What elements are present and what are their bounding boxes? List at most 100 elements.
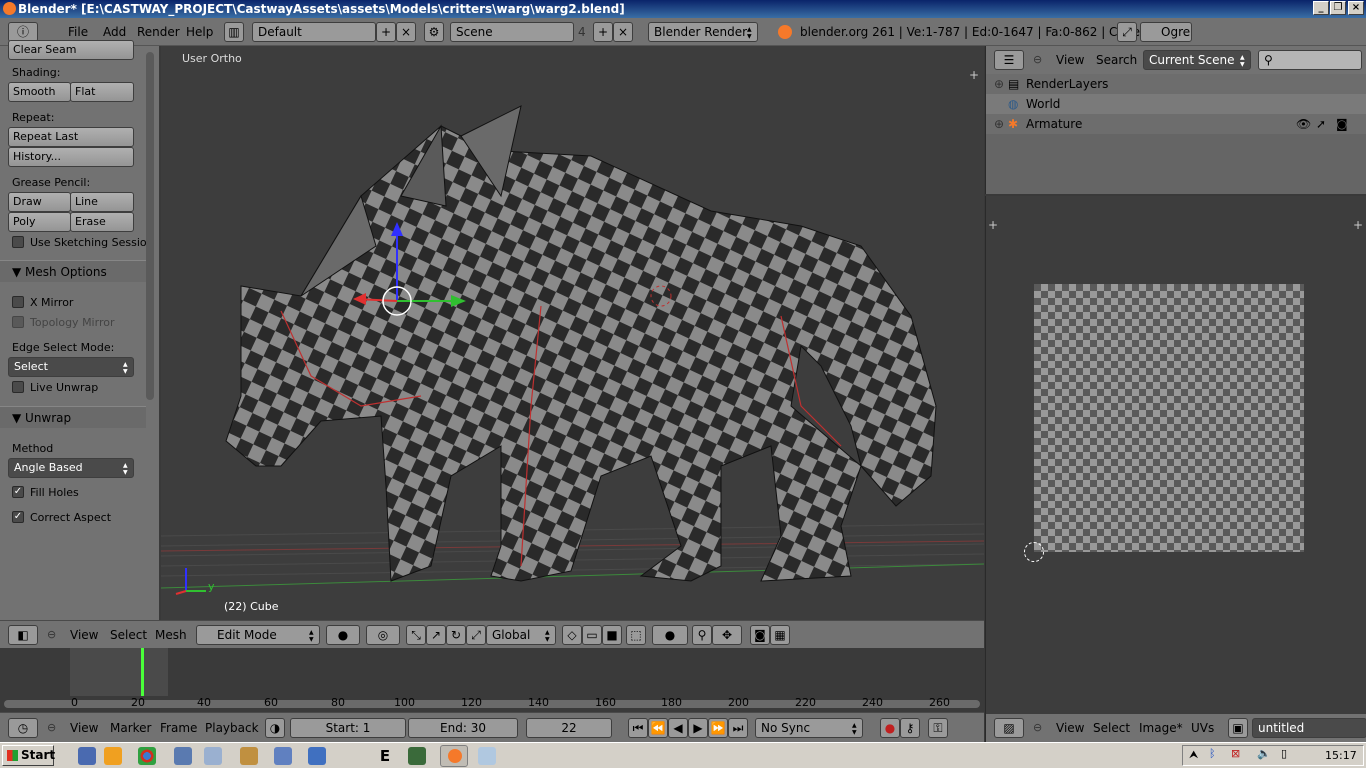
insert-keyframe-icon[interactable]: ⚿ xyxy=(928,718,948,738)
layout-selector[interactable]: Default xyxy=(252,22,376,42)
manipulator-toggle-icon[interactable]: ⤡ xyxy=(406,625,426,645)
unwrap-panel-header[interactable]: ▼ Unwrap xyxy=(0,406,146,428)
timeline-scrollbar[interactable] xyxy=(4,700,980,708)
use-sketching-checkbox[interactable] xyxy=(12,236,24,248)
jump-keyframe-forward-icon[interactable]: ⏩ xyxy=(708,718,728,738)
outliner-row[interactable]: ⊕ ✱ Armature 👁 ➚ ◙ xyxy=(986,114,1366,134)
toggle-properties-icon[interactable]: + xyxy=(969,68,979,82)
face-select-icon[interactable]: ■ xyxy=(602,625,622,645)
bluetooth-icon[interactable]: ᛒ xyxy=(1209,747,1216,760)
taskbar-app-icon[interactable] xyxy=(478,747,496,765)
volume-icon[interactable]: 🔈 xyxy=(1257,747,1271,760)
taskbar-app-icon[interactable] xyxy=(204,747,222,765)
jump-keyframe-back-icon[interactable]: ⏪ xyxy=(648,718,668,738)
pivot-point-icon[interactable]: ◎ xyxy=(366,625,400,645)
scene-remove-button[interactable]: × xyxy=(613,22,633,42)
tool-shelf-scrollbar[interactable] xyxy=(146,52,154,400)
tray-expand-icon[interactable]: ⮝ xyxy=(1189,748,1198,762)
smooth-button[interactable]: Smooth xyxy=(8,82,71,102)
outliner-row[interactable]: ◍ World xyxy=(986,94,1366,114)
poly-button[interactable]: Poly xyxy=(8,212,71,232)
2d-cursor-icon[interactable] xyxy=(1024,542,1044,562)
scene-icon[interactable]: ⚙ xyxy=(424,22,444,42)
correct-aspect-checkbox[interactable]: ✓ xyxy=(12,511,24,523)
scale-manipulator-icon[interactable]: ⤢ xyxy=(466,625,486,645)
draw-button[interactable]: Draw xyxy=(8,192,71,212)
menu-mesh[interactable]: Mesh xyxy=(155,628,187,642)
erase-button[interactable]: Erase xyxy=(70,212,134,232)
blender-taskbar-button[interactable] xyxy=(440,745,468,767)
menu-frame[interactable]: Frame xyxy=(160,721,197,735)
toggle-toolshelf-icon[interactable]: + xyxy=(988,218,998,232)
fill-holes-checkbox[interactable]: ✓ xyxy=(12,486,24,498)
menu-playback[interactable]: Playback xyxy=(205,721,259,735)
taskbar-app-icon[interactable] xyxy=(104,747,122,765)
menu-marker[interactable]: Marker xyxy=(110,721,151,735)
menu-view[interactable]: View xyxy=(70,721,98,735)
play-reverse-icon[interactable]: ◀ xyxy=(668,718,688,738)
snap-toggle-icon[interactable]: ⚲ xyxy=(692,625,712,645)
taskbar-app-icon[interactable] xyxy=(174,747,192,765)
taskbar-app-icon[interactable]: E xyxy=(376,747,394,765)
live-unwrap-checkbox[interactable] xyxy=(12,381,24,393)
line-button[interactable]: Line xyxy=(70,192,134,212)
auto-keyframe-record-icon[interactable]: ● xyxy=(880,718,900,738)
jump-start-icon[interactable]: ⏮ xyxy=(628,718,648,738)
minimize-button[interactable]: _ xyxy=(1313,1,1329,15)
renderable-camera-icon[interactable]: ◙ xyxy=(1336,114,1348,134)
viewport-shading-icon[interactable]: ● xyxy=(326,625,360,645)
use-preview-range-icon[interactable]: ◑ xyxy=(265,718,285,738)
collapse-menu-icon[interactable]: ⊖ xyxy=(1033,53,1042,66)
play-icon[interactable]: ▶ xyxy=(688,718,708,738)
image-browse-icon[interactable]: ▣ xyxy=(1228,718,1248,738)
layout-remove-button[interactable]: × xyxy=(396,22,416,42)
taskbar-app-icon[interactable] xyxy=(408,747,426,765)
editor-type-icon[interactable]: ◷ xyxy=(8,718,38,738)
mesh-options-panel-header[interactable]: ▼ Mesh Options xyxy=(0,260,146,282)
proportional-edit-icon[interactable]: ● xyxy=(652,625,688,645)
collapse-menu-icon[interactable]: ⊖ xyxy=(47,721,56,734)
fullscreen-icon[interactable]: ⤢ xyxy=(1117,22,1137,42)
network-icon[interactable]: ⊠ xyxy=(1231,747,1240,760)
menu-view[interactable]: View xyxy=(70,628,98,642)
menu-view[interactable]: View xyxy=(1056,721,1084,735)
toggle-properties-icon[interactable]: + xyxy=(1353,218,1363,232)
ogre-button[interactable]: Ogre xyxy=(1140,22,1192,42)
mode-select[interactable]: Edit Mode xyxy=(196,625,320,645)
menu-image[interactable]: Image* xyxy=(1139,721,1183,735)
expand-icon[interactable]: ⊕ xyxy=(994,114,1004,134)
snap-element-icon[interactable]: ✥ xyxy=(712,625,742,645)
start-frame-field[interactable]: Start: 1 xyxy=(290,718,406,738)
clear-seam-button[interactable]: Clear Seam xyxy=(8,40,134,60)
menu-render[interactable]: Render xyxy=(137,25,180,39)
collapse-menu-icon[interactable]: ⊖ xyxy=(47,628,56,641)
start-button[interactable]: Start xyxy=(2,745,55,766)
vertex-select-icon[interactable]: ◇ xyxy=(562,625,582,645)
transform-orientation-select[interactable]: Global xyxy=(486,625,556,645)
scene-selector[interactable]: Scene xyxy=(450,22,574,42)
repeat-last-button[interactable]: Repeat Last xyxy=(8,127,134,147)
render-still-icon[interactable]: ◙ xyxy=(750,625,770,645)
taskbar-app-icon[interactable] xyxy=(78,747,96,765)
timeline-editor[interactable]: 0 20 40 60 80 100 120 140 160 180 200 22… xyxy=(0,648,984,712)
selectable-cursor-icon[interactable]: ➚ xyxy=(1316,114,1326,134)
editor-type-icon[interactable]: ◧ xyxy=(8,625,38,645)
menu-select[interactable]: Select xyxy=(1093,721,1130,735)
rotate-manipulator-icon[interactable]: ↻ xyxy=(446,625,466,645)
scene-add-button[interactable]: + xyxy=(593,22,613,42)
uv-image-editor[interactable]: + + xyxy=(985,196,1366,714)
edge-select-mode-select[interactable]: Select xyxy=(8,357,134,377)
editor-type-icon[interactable]: ▨ xyxy=(994,718,1024,738)
taskbar-app-icon[interactable] xyxy=(308,747,326,765)
menu-search[interactable]: Search xyxy=(1096,53,1137,67)
keying-set-icon[interactable]: ⚷ xyxy=(900,718,920,738)
chrome-icon[interactable] xyxy=(138,747,156,765)
menu-select[interactable]: Select xyxy=(110,628,147,642)
editor-type-icon[interactable]: ⓘ xyxy=(8,22,38,42)
maximize-button[interactable]: ❐ xyxy=(1330,1,1346,15)
flat-button[interactable]: Flat xyxy=(70,82,134,102)
end-frame-field[interactable]: End: 30 xyxy=(408,718,518,738)
render-engine-select[interactable]: Blender Render xyxy=(648,22,758,42)
render-animation-icon[interactable]: ▦ xyxy=(770,625,790,645)
outliner-search-input[interactable]: ⚲ xyxy=(1258,50,1362,70)
